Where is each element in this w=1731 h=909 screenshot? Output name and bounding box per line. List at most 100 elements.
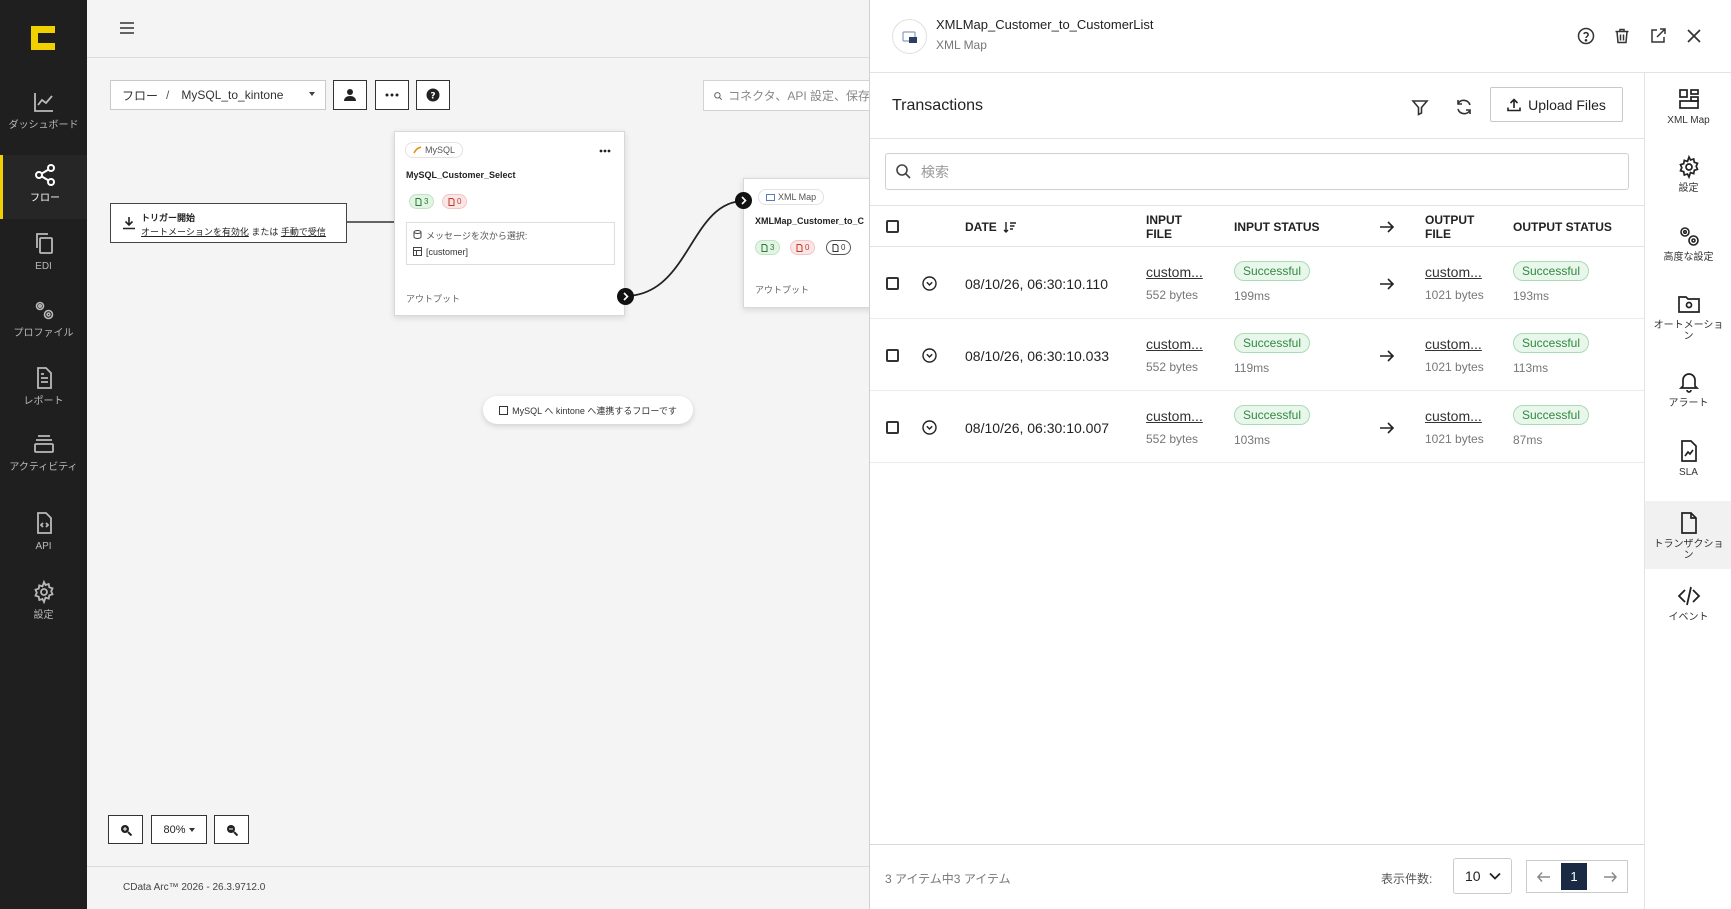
refresh-icon[interactable] [1454,97,1474,117]
node-type-label: MySQL [425,145,456,155]
footer: CData Arc™ 2026 - 26.3.9712.0 [87,866,870,909]
edit-note-icon [499,405,509,415]
node-menu-icon[interactable] [599,149,611,153]
trigger-connector-text: または [251,227,279,237]
row-date: 08/10/26, 06:30:10.033 [965,348,1110,364]
caret-down-icon [188,827,195,832]
chevron-down-circle-icon[interactable] [922,420,937,435]
rail-item-transactions[interactable]: トランザクション [1645,501,1731,569]
input-status-badge: Successful [1234,405,1311,425]
message-select-box[interactable]: メッセージを次から選択: [customer] [406,222,615,265]
rail-item-xml-map[interactable]: XML Map [1645,77,1731,141]
trigger-title: トリガー開始 [141,213,196,223]
input-duration: 119ms [1234,361,1270,375]
upload-files-button[interactable]: Upload Files [1490,87,1623,122]
node-type-chip: MySQL [405,142,464,158]
node-type-chip: XML Map [758,189,825,205]
success-count-badge[interactable]: 3 [409,194,435,209]
row-checkbox[interactable] [886,277,899,290]
table-row[interactable]: 08/10/26, 06:30:10.110 custom... 552 byt… [870,247,1644,319]
trigger-node[interactable]: トリガー開始 オートメーションを有効化 または 手動で受信 [110,203,347,243]
rail-item-sla[interactable]: SLA [1645,429,1731,493]
input-file-column-header[interactable]: INPUT FILE [1146,213,1198,241]
output-file-link[interactable]: custom... [1425,408,1482,424]
success-count: 3 [424,197,429,206]
select-all-checkbox[interactable] [886,220,899,233]
table-row[interactable]: 08/10/26, 06:30:10.007 custom... 552 byt… [870,391,1644,463]
input-file-link[interactable]: custom... [1146,336,1203,352]
row-date: 08/10/26, 06:30:10.110 [965,276,1108,292]
code-icon [1677,586,1700,606]
error-count-badge[interactable]: 0 [790,240,816,255]
filter-icon[interactable] [1410,97,1430,117]
close-icon[interactable] [1685,27,1703,45]
input-file-link[interactable]: custom... [1146,264,1203,280]
input-status-column-header[interactable]: INPUT STATUS [1234,220,1320,234]
per-page-label: 表示件数: [1381,872,1433,886]
prev-page-button[interactable] [1527,861,1561,892]
transactions-panel: XMLMap_Customer_to_CustomerList XML Map … [869,0,1731,909]
manual-receive-link[interactable]: 手動で受信 [281,227,326,237]
output-status-badge: Successful [1513,405,1590,425]
rail-item-label: 高度な設定 [1663,252,1714,263]
rail-item-alert[interactable]: アラート [1645,360,1731,424]
flow-note[interactable]: MySQL へ kintone へ連携するフローです [483,396,693,424]
upload-icon [1507,97,1521,111]
transactions-table: DATE INPUT FILE INPUT STATUS OUTPUT FILE… [870,205,1644,463]
node-title: MySQL_Customer_Select [406,170,516,180]
output-file-size: 1021 bytes [1425,288,1484,302]
input-file-size: 552 bytes [1146,288,1199,302]
next-page-button[interactable] [1593,861,1627,892]
arrow-right-icon [1380,278,1395,290]
table-row[interactable]: 08/10/26, 06:30:10.033 custom... 552 byt… [870,319,1644,391]
zoom-in-icon [120,824,132,836]
transactions-area: Transactions Upload Files 検索 DATE INPUT … [870,73,1644,909]
enable-automation-link[interactable]: オートメーションを有効化 [141,227,249,237]
zoom-out-button[interactable] [214,815,249,844]
connector-rail: XML Map 設定 高度な設定 オートメーション アラート SLA トランザク… [1644,73,1731,909]
rail-item-label: イベント [1668,612,1709,623]
output-file-link[interactable]: custom... [1425,336,1482,352]
rail-item-events[interactable]: イベント [1645,574,1731,638]
output-duration: 113ms [1513,361,1549,375]
file-icon [1680,512,1697,534]
row-checkbox[interactable] [886,349,899,362]
input-port-icon[interactable] [735,192,752,209]
row-checkbox[interactable] [886,421,899,434]
pagination-bar: 3 アイテム中3 アイテム 表示件数: 10 1 [870,844,1644,909]
error-count-badge[interactable]: 0 [442,194,468,209]
input-file-size: 552 bytes [1146,360,1199,374]
panel-subtitle: XML Map [936,38,987,52]
output-port-icon[interactable] [617,288,634,305]
help-circle-icon[interactable] [1577,27,1595,45]
sort-desc-icon [1003,222,1016,233]
pending-count-badge[interactable]: 0 [826,240,852,255]
zoom-level-select[interactable]: 80% [151,815,207,844]
rail-item-label: オートメーション [1653,320,1724,342]
rail-item-advanced[interactable]: 高度な設定 [1645,214,1731,278]
chevron-down-circle-icon[interactable] [922,276,937,291]
trash-icon[interactable] [1613,27,1631,45]
output-status-column-header[interactable]: OUTPUT STATUS [1513,220,1612,234]
mysql-node[interactable]: MySQL MySQL_Customer_Select 3 0 メッセージを次か… [394,131,634,316]
zoom-level: 80% [163,823,186,836]
pending-count: 0 [841,243,846,252]
zoom-in-button[interactable] [108,815,143,844]
grid-layout-icon [1678,89,1699,109]
external-link-icon[interactable] [1649,27,1667,45]
rail-item-automation[interactable]: オートメーション [1645,282,1731,358]
output-file-link[interactable]: custom... [1425,264,1482,280]
success-count-badge[interactable]: 3 [755,240,781,255]
per-page-select[interactable]: 10 [1453,858,1512,894]
rail-item-settings[interactable]: 設定 [1645,145,1731,209]
date-column-header[interactable]: DATE [965,220,1017,234]
rail-item-label: 設定 [1678,183,1699,194]
transaction-search-input[interactable]: 検索 [885,153,1629,190]
output-file-column-header[interactable]: OUTPUT FILE [1425,213,1477,241]
output-duration: 87ms [1513,433,1543,447]
input-file-link[interactable]: custom... [1146,408,1203,424]
upload-files-label: Upload Files [1528,96,1606,113]
page-button-current[interactable]: 1 [1561,863,1587,890]
chevron-down-circle-icon[interactable] [922,348,937,363]
folder-gear-icon [1677,296,1700,313]
